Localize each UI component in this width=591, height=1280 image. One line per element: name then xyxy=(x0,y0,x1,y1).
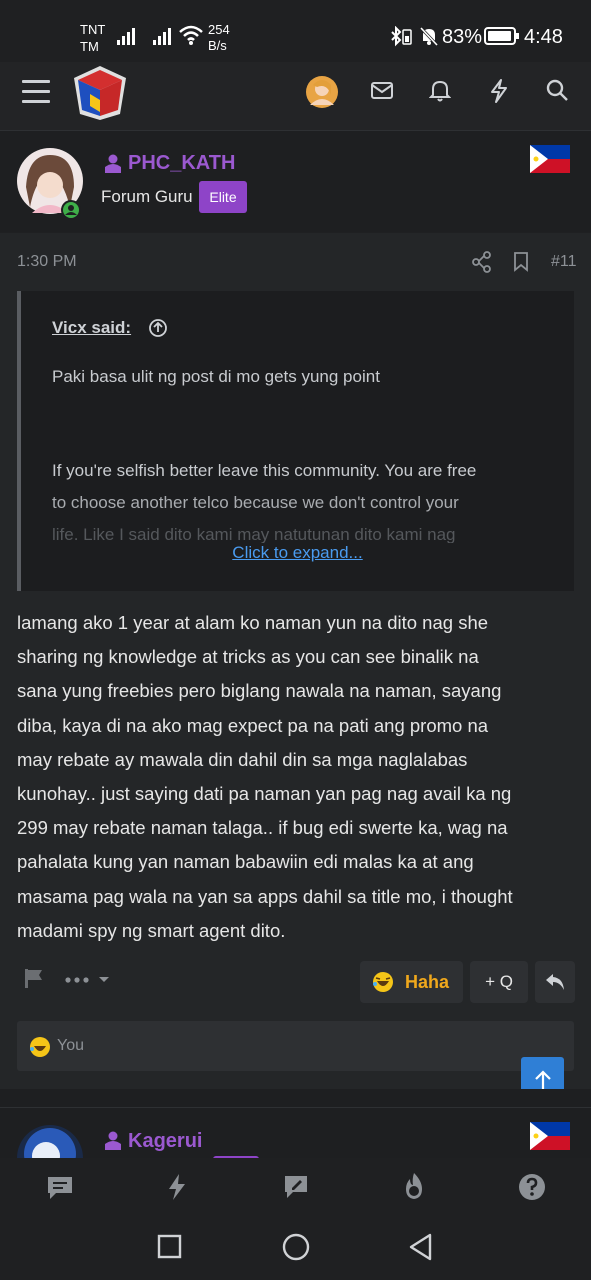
report-flag-icon[interactable] xyxy=(24,968,44,990)
post-line: pahalata kung yan naman babawiin edi mal… xyxy=(17,851,474,873)
reaction-button[interactable]: Haha xyxy=(360,961,463,1003)
arrow-up-icon xyxy=(535,1070,551,1089)
quote-line-1: Paki basa ulit ng post di mo gets yung p… xyxy=(52,367,380,386)
quote-block: Vicx said: Paki basa ulit ng post di mo … xyxy=(17,291,574,591)
post-author-header: PHC_KATH Forum Guru Elite xyxy=(0,131,591,232)
next-author-username[interactable]: Kagerui xyxy=(128,1130,202,1153)
carrier-1: TNT xyxy=(80,22,106,37)
menu-icon[interactable] xyxy=(22,78,52,106)
laughing-emoji-icon xyxy=(373,972,393,992)
bluetooth-battery-icon xyxy=(391,26,412,47)
search-icon[interactable] xyxy=(545,78,571,104)
carrier-2: TM xyxy=(80,39,99,54)
net-speed-value: 254 xyxy=(208,22,230,37)
more-options-icon[interactable] xyxy=(64,972,114,986)
laughing-emoji-icon xyxy=(30,1037,50,1057)
home-icon[interactable] xyxy=(281,1232,311,1262)
post-line: diba, kaya di na ako mag expect pa na pa… xyxy=(17,714,489,736)
share-icon[interactable] xyxy=(472,251,492,273)
wifi-icon xyxy=(179,25,203,45)
post-line: madami spy ng smart agent dito. xyxy=(17,919,286,941)
trending-fire-icon[interactable] xyxy=(400,1171,428,1201)
status-bar: TNT TM 254 B/s 83% 4:48 xyxy=(0,0,591,62)
battery-percent: 83% xyxy=(442,26,483,48)
user-badge: Elite xyxy=(199,181,247,213)
lightning-icon[interactable] xyxy=(488,78,510,104)
author-username[interactable]: PHC_KATH xyxy=(128,152,235,175)
next-post-header: Kagerui xyxy=(0,1107,591,1159)
post-line: sharing ng knowledge at tricks as you ca… xyxy=(17,646,479,668)
back-icon[interactable] xyxy=(407,1232,435,1262)
reactions-text[interactable]: You xyxy=(57,1037,84,1055)
bookmark-icon[interactable] xyxy=(512,251,530,273)
post-line: masama pag wala na yan sa apps dahil sa … xyxy=(17,885,513,907)
reply-button[interactable] xyxy=(535,961,575,1003)
post-line: may rebate ay mawala din dahil din sa mg… xyxy=(17,748,468,770)
mute-bell-icon xyxy=(419,26,439,47)
jump-to-quote-icon[interactable] xyxy=(148,318,168,338)
clock: 4:48 xyxy=(524,26,563,48)
philippines-flag-icon xyxy=(530,1122,570,1150)
system-navigation-bar xyxy=(0,1220,591,1280)
reaction-label: Haha xyxy=(405,972,450,992)
whats-new-lightning-icon[interactable] xyxy=(165,1172,189,1202)
post-line: sana yung freebies pero biglang nawala n… xyxy=(17,680,502,702)
quote-line-2: If you're selfish better leave this comm… xyxy=(52,461,477,480)
signal-icon xyxy=(117,28,135,45)
user-avatar-icon[interactable] xyxy=(305,75,339,109)
multi-quote-button[interactable]: + Q xyxy=(470,961,528,1003)
new-post-icon[interactable] xyxy=(282,1173,310,1201)
post-message: lamang ako 1 year at alam ko naman yun n… xyxy=(17,606,577,948)
recent-apps-icon[interactable] xyxy=(157,1234,183,1260)
bottom-tab-bar xyxy=(0,1158,591,1220)
next-author-avatar[interactable] xyxy=(16,1124,86,1159)
philippines-flag-icon xyxy=(530,145,570,173)
quote-line-4: life. Like I said dito kami may natutuna… xyxy=(52,525,456,543)
online-status-icon xyxy=(61,200,81,220)
help-icon[interactable] xyxy=(518,1173,546,1201)
battery-icon xyxy=(484,27,519,45)
click-to-expand-link[interactable]: Click to expand... xyxy=(21,543,574,563)
user-group-icon xyxy=(105,154,121,173)
bell-icon[interactable] xyxy=(429,79,451,103)
signal-icon-2 xyxy=(153,28,171,45)
user-group-icon xyxy=(105,1131,121,1150)
top-nav-bar xyxy=(0,62,591,131)
mail-icon[interactable] xyxy=(370,81,394,101)
site-logo-icon[interactable] xyxy=(72,64,128,122)
reactions-bar[interactable]: You xyxy=(17,1021,574,1071)
forums-chat-icon[interactable] xyxy=(45,1174,75,1202)
post-line: 299 may rebate naman talaga.. if bug edi… xyxy=(17,817,508,839)
quote-line-3: to choose another telco because we don't… xyxy=(52,493,459,512)
post-line: kunohay.. just saying dati pa naman yan … xyxy=(17,783,512,805)
reply-icon xyxy=(546,974,564,990)
quote-author[interactable]: Vicx said: xyxy=(52,318,131,338)
post-time[interactable]: 1:30 PM xyxy=(17,253,77,271)
net-speed-unit: B/s xyxy=(208,38,227,53)
author-title: Forum Guru xyxy=(101,187,193,206)
post-line: lamang ako 1 year at alam ko naman yun n… xyxy=(17,612,489,633)
post-number[interactable]: #11 xyxy=(551,253,577,271)
post-separator xyxy=(0,1089,591,1107)
